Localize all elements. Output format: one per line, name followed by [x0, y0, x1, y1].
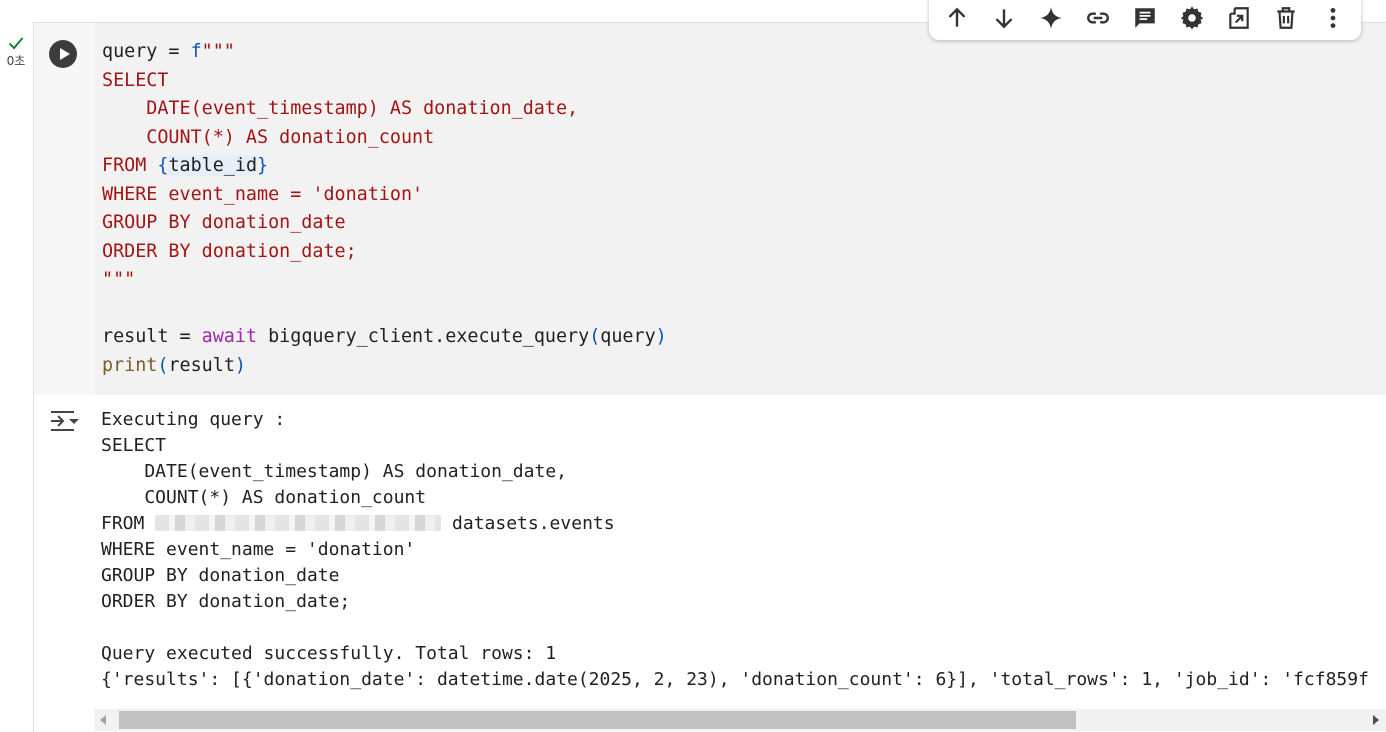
- more-actions-button[interactable]: [1313, 0, 1353, 38]
- mirror-cell-icon: [1229, 7, 1249, 29]
- scroll-thumb[interactable]: [119, 711, 1076, 729]
- horizontal-scrollbar[interactable]: [94, 709, 1386, 731]
- add-comment-button[interactable]: [1125, 0, 1165, 38]
- scroll-left-arrow[interactable]: [100, 715, 106, 725]
- cell-toolbar: [929, 0, 1361, 40]
- notebook-page: 0초 query = f""" SELECT DATE(event_timest…: [0, 0, 1386, 732]
- code-editor[interactable]: query = f""" SELECT DATE(event_timestamp…: [94, 23, 1386, 395]
- sparkle-icon: [1039, 7, 1062, 29]
- check-icon: [8, 37, 24, 50]
- output-actions-icon[interactable]: [48, 407, 80, 435]
- arrow-down-icon: [995, 9, 1013, 29]
- scroll-right-arrow[interactable]: [1373, 715, 1379, 725]
- run-cell-button[interactable]: [49, 40, 77, 68]
- gear-icon: [1180, 6, 1204, 30]
- redacted-project-id: [155, 515, 442, 531]
- gemini-button[interactable]: [1031, 0, 1071, 38]
- move-up-button[interactable]: [937, 0, 977, 38]
- cell-output: Executing query : SELECT DATE(event_time…: [34, 395, 1386, 732]
- link-icon: [1086, 12, 1109, 24]
- code-text[interactable]: query = f""" SELECT DATE(event_timestamp…: [102, 38, 667, 380]
- comment-icon: [1135, 8, 1155, 28]
- code-cell[interactable]: query = f""" SELECT DATE(event_timestamp…: [33, 22, 1386, 732]
- code-area: query = f""" SELECT DATE(event_timestamp…: [34, 23, 1386, 395]
- cell-settings-button[interactable]: [1172, 0, 1212, 38]
- mirror-cell-button[interactable]: [1219, 0, 1259, 38]
- cell-gutter: 0초: [0, 36, 32, 69]
- more-vert-icon: [1331, 8, 1336, 28]
- move-down-button[interactable]: [984, 0, 1024, 38]
- play-icon: [59, 48, 70, 60]
- delete-cell-button[interactable]: [1266, 0, 1306, 38]
- output-text: Executing query : SELECT DATE(event_time…: [101, 409, 1369, 690]
- trash-icon: [1277, 7, 1295, 29]
- execution-time: 0초: [6, 54, 26, 68]
- copy-link-button[interactable]: [1078, 0, 1118, 38]
- arrow-up-icon: [948, 7, 965, 27]
